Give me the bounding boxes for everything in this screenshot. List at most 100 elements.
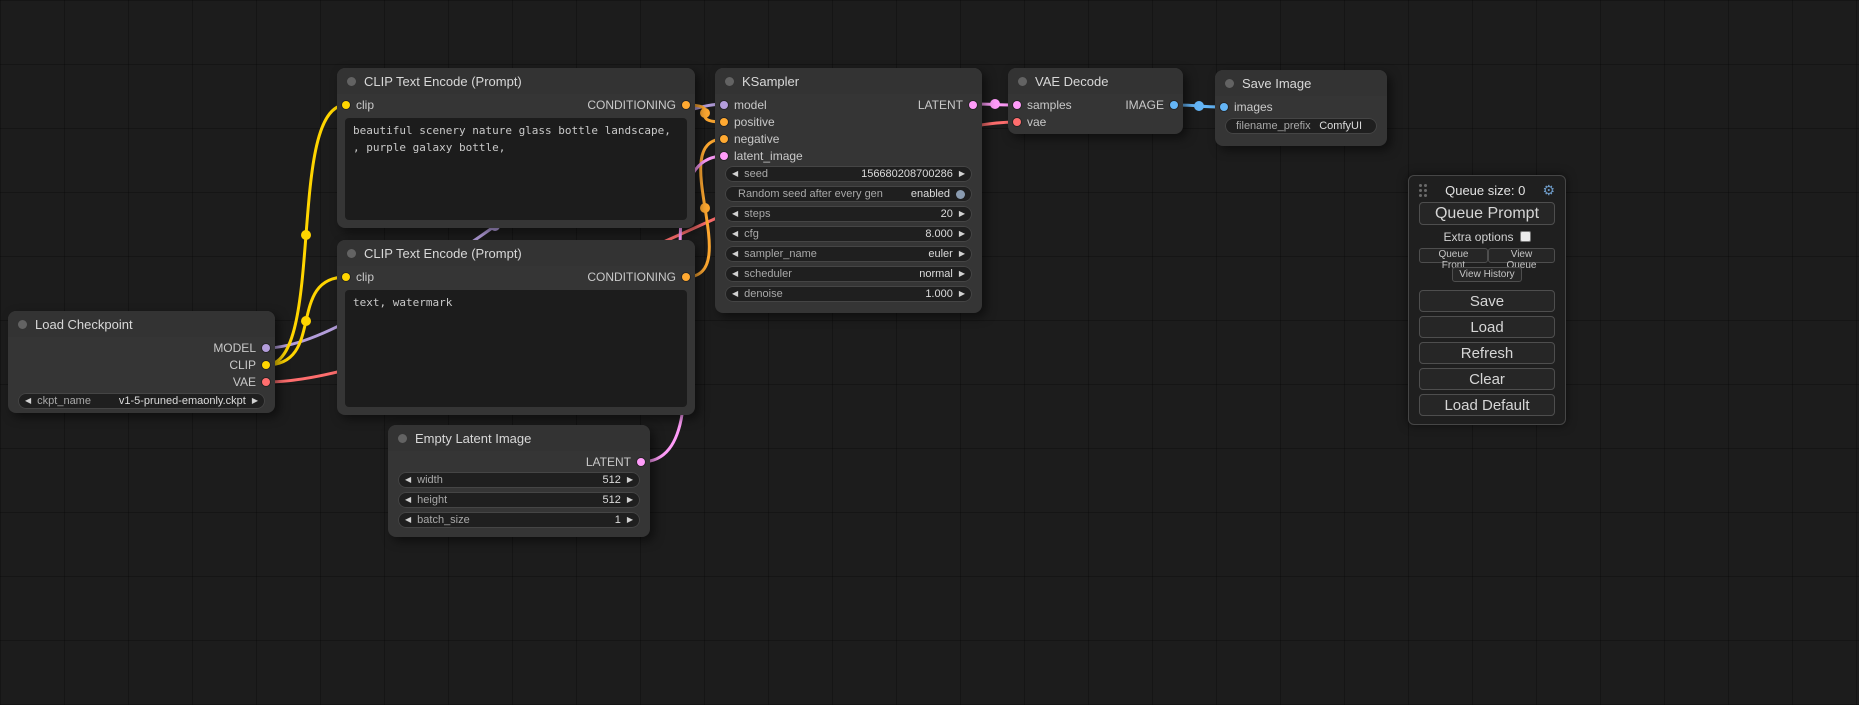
increment-arrow-icon[interactable]: ▶ <box>627 496 633 504</box>
node-titlebar[interactable]: Load Checkpoint <box>8 311 275 337</box>
node-title: CLIP Text Encode (Prompt) <box>364 74 522 89</box>
collapse-dot[interactable] <box>347 77 356 86</box>
increment-arrow-icon[interactable]: ▶ <box>627 476 633 484</box>
denoise-widget[interactable]: ◀ denoise 1.000 ▶ <box>725 286 972 302</box>
decrement-arrow-icon[interactable]: ◀ <box>732 170 738 178</box>
node-save-image[interactable]: Save Image images filename_prefix ComfyU… <box>1215 70 1387 146</box>
slot-row: clip CONDITIONING <box>337 96 695 113</box>
cfg-widget[interactable]: ◀ cfg 8.000 ▶ <box>725 226 972 242</box>
decrement-arrow-icon[interactable]: ◀ <box>405 516 411 524</box>
collapse-dot[interactable] <box>347 249 356 258</box>
scheduler-widget[interactable]: ◀ scheduler normal ▶ <box>725 266 972 282</box>
view-history-button[interactable]: View History <box>1452 267 1521 282</box>
node-titlebar[interactable]: Save Image <box>1215 70 1387 96</box>
ckpt-name-widget[interactable]: ◀ ckpt_name v1-5-pruned-emaonly.ckpt ▶ <box>18 393 265 409</box>
extra-options-label: Extra options <box>1443 230 1513 244</box>
decrement-arrow-icon[interactable]: ◀ <box>405 476 411 484</box>
decrement-arrow-icon[interactable]: ◀ <box>25 397 31 405</box>
batch-size-widget[interactable]: ◀ batch_size 1 ▶ <box>398 512 640 528</box>
settings-gear-icon[interactable]: ⚙ <box>1542 183 1555 197</box>
model-input-slot[interactable] <box>720 101 728 109</box>
samples-input-slot[interactable] <box>1013 101 1021 109</box>
sampler-name-widget[interactable]: ◀ sampler_name euler ▶ <box>725 246 972 262</box>
toggle-dot-icon[interactable] <box>956 190 965 199</box>
prompt-textarea[interactable]: beautiful scenery nature glass bottle la… <box>345 118 687 220</box>
comfyui-canvas[interactable]: { "colors": { "model": "#B39DDB", "clip"… <box>0 0 1859 705</box>
latent-output-slot[interactable] <box>637 458 645 466</box>
clip-input-slot[interactable] <box>342 101 350 109</box>
widget-value: 156680208700286 <box>861 168 953 180</box>
collapse-dot[interactable] <box>725 77 734 86</box>
increment-arrow-icon[interactable]: ▶ <box>959 250 965 258</box>
node-clip-text-encode-negative[interactable]: CLIP Text Encode (Prompt) clip CONDITION… <box>337 240 695 415</box>
node-clip-text-encode-positive[interactable]: CLIP Text Encode (Prompt) clip CONDITION… <box>337 68 695 228</box>
node-titlebar[interactable]: VAE Decode <box>1008 68 1183 94</box>
decrement-arrow-icon[interactable]: ◀ <box>732 210 738 218</box>
decrement-arrow-icon[interactable]: ◀ <box>732 250 738 258</box>
output-slot-row: LATENT <box>388 453 650 470</box>
positive-input-slot[interactable] <box>720 118 728 126</box>
increment-arrow-icon[interactable]: ▶ <box>252 397 258 405</box>
load-default-button[interactable]: Load Default <box>1419 394 1555 416</box>
clip-input-slot[interactable] <box>342 273 350 281</box>
conditioning-output-slot[interactable] <box>682 101 690 109</box>
widget-label: width <box>417 474 443 486</box>
output-label: CLIP <box>229 358 256 372</box>
latent-output-slot[interactable] <box>969 101 977 109</box>
view-queue-button[interactable]: View Queue <box>1488 248 1555 263</box>
height-widget[interactable]: ◀ height 512 ▶ <box>398 492 640 508</box>
latent-image-input-slot[interactable] <box>720 152 728 160</box>
increment-arrow-icon[interactable]: ▶ <box>959 210 965 218</box>
collapse-dot[interactable] <box>398 434 407 443</box>
prompt-textarea[interactable]: text, watermark <box>345 290 687 407</box>
decrement-arrow-icon[interactable]: ◀ <box>732 290 738 298</box>
steps-widget[interactable]: ◀ steps 20 ▶ <box>725 206 972 222</box>
input-label: images <box>1234 100 1273 114</box>
model-output-slot[interactable] <box>262 344 270 352</box>
random-seed-toggle-widget[interactable]: Random seed after every gen enabled <box>725 186 972 202</box>
wire-midpoint-dot <box>700 203 710 213</box>
save-button[interactable]: Save <box>1419 290 1555 312</box>
vae-output-slot[interactable] <box>262 378 270 386</box>
drag-handle-icon[interactable] <box>1419 184 1422 187</box>
negative-input-slot[interactable] <box>720 135 728 143</box>
queue-prompt-button[interactable]: Queue Prompt <box>1419 202 1555 225</box>
increment-arrow-icon[interactable]: ▶ <box>627 516 633 524</box>
width-widget[interactable]: ◀ width 512 ▶ <box>398 472 640 488</box>
queue-front-button[interactable]: Queue Front <box>1419 248 1488 263</box>
refresh-button[interactable]: Refresh <box>1419 342 1555 364</box>
clear-button[interactable]: Clear <box>1419 368 1555 390</box>
node-load-checkpoint[interactable]: Load Checkpoint MODEL CLIP VAE ◀ ckpt_na… <box>8 311 275 413</box>
load-button[interactable]: Load <box>1419 316 1555 338</box>
decrement-arrow-icon[interactable]: ◀ <box>732 230 738 238</box>
widget-value: v1-5-pruned-emaonly.ckpt <box>119 395 246 407</box>
collapse-dot[interactable] <box>1225 79 1234 88</box>
decrement-arrow-icon[interactable]: ◀ <box>732 270 738 278</box>
seed-widget[interactable]: ◀ seed 156680208700286 ▶ <box>725 166 972 182</box>
conditioning-output-slot[interactable] <box>682 273 690 281</box>
increment-arrow-icon[interactable]: ▶ <box>959 230 965 238</box>
node-titlebar[interactable]: Empty Latent Image <box>388 425 650 451</box>
collapse-dot[interactable] <box>18 320 27 329</box>
comfy-menu-panel: Queue size: 0 ⚙ Queue Prompt Extra optio… <box>1408 175 1566 425</box>
images-input-slot[interactable] <box>1220 103 1228 111</box>
slot-row: samples IMAGE <box>1008 96 1183 113</box>
widget-value: 1.000 <box>925 288 953 300</box>
vae-input-slot[interactable] <box>1013 118 1021 126</box>
node-vae-decode[interactable]: VAE Decode samples IMAGE vae <box>1008 68 1183 134</box>
node-empty-latent-image[interactable]: Empty Latent Image LATENT ◀ width 512 ▶ … <box>388 425 650 537</box>
decrement-arrow-icon[interactable]: ◀ <box>405 496 411 504</box>
image-output-slot[interactable] <box>1170 101 1178 109</box>
clip-output-slot[interactable] <box>262 361 270 369</box>
extra-options-checkbox[interactable] <box>1520 231 1531 242</box>
increment-arrow-icon[interactable]: ▶ <box>959 170 965 178</box>
slot-row: negative <box>715 130 982 147</box>
filename-prefix-widget[interactable]: filename_prefix ComfyUI <box>1225 118 1377 134</box>
node-titlebar[interactable]: CLIP Text Encode (Prompt) <box>337 240 695 266</box>
increment-arrow-icon[interactable]: ▶ <box>959 290 965 298</box>
node-ksampler[interactable]: KSampler model LATENT positive negative … <box>715 68 982 313</box>
increment-arrow-icon[interactable]: ▶ <box>959 270 965 278</box>
node-titlebar[interactable]: CLIP Text Encode (Prompt) <box>337 68 695 94</box>
node-titlebar[interactable]: KSampler <box>715 68 982 94</box>
collapse-dot[interactable] <box>1018 77 1027 86</box>
